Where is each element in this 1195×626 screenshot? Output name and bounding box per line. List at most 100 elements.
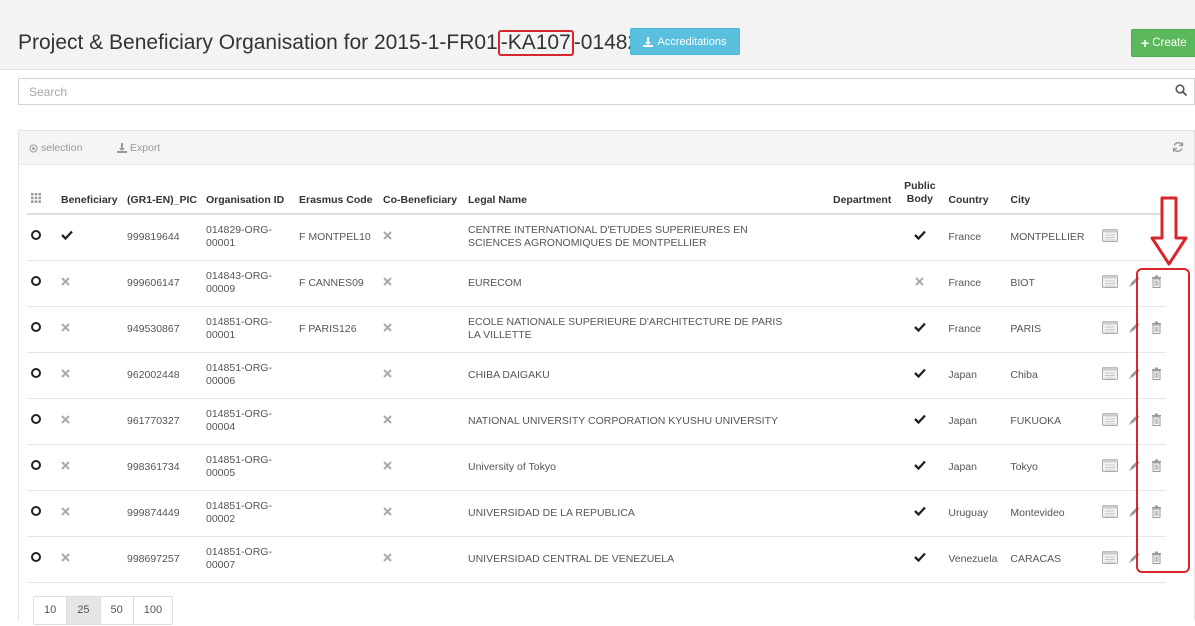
calendar-button[interactable] bbox=[1102, 550, 1119, 568]
row-select[interactable] bbox=[27, 444, 57, 491]
pic-cell: 949530867 bbox=[123, 306, 202, 353]
row-select[interactable] bbox=[27, 306, 57, 353]
check-icon bbox=[914, 552, 926, 563]
circle-check-icon bbox=[29, 144, 38, 152]
header-department[interactable]: Department bbox=[829, 171, 896, 215]
co-beneficiary-cell bbox=[379, 214, 464, 261]
org-id-cell: 014851-ORG-00002 bbox=[202, 490, 295, 537]
pic-cell: 998697257 bbox=[123, 536, 202, 583]
page-size-25[interactable]: 25 bbox=[67, 597, 101, 624]
calendar-button[interactable] bbox=[1102, 320, 1119, 338]
pic-cell: 999606147 bbox=[123, 260, 202, 307]
calendar-button[interactable] bbox=[1102, 504, 1119, 522]
row-select[interactable] bbox=[27, 490, 57, 537]
row-select[interactable] bbox=[27, 536, 57, 583]
city-cell: Chiba bbox=[1006, 352, 1099, 399]
pic-cell: 998361734 bbox=[123, 444, 202, 491]
public-body-cell bbox=[895, 490, 945, 537]
header-pic[interactable]: (GR1-EN)_PIC bbox=[123, 171, 202, 215]
radio-button[interactable] bbox=[31, 460, 41, 470]
city-cell: FUKUOKA bbox=[1006, 398, 1099, 445]
header-city[interactable]: City bbox=[1006, 171, 1099, 215]
page-size-50[interactable]: 50 bbox=[100, 597, 134, 624]
calendar-button[interactable] bbox=[1102, 366, 1119, 384]
legal-name-cell: CHIBA DAIGAKU bbox=[464, 352, 829, 399]
erasmus-code-cell bbox=[295, 444, 379, 491]
calendar-button[interactable] bbox=[1102, 412, 1119, 430]
row-select[interactable] bbox=[27, 352, 57, 399]
pic-cell: 999819644 bbox=[123, 214, 202, 261]
country-cell: France bbox=[944, 306, 1007, 353]
arrow-down-icon bbox=[1150, 196, 1188, 266]
public-body-cell bbox=[895, 444, 945, 491]
x-icon bbox=[383, 552, 392, 562]
radio-button[interactable] bbox=[31, 414, 41, 424]
org-id-cell: 014829-ORG-00001 bbox=[202, 214, 295, 261]
page-size-100[interactable]: 100 bbox=[133, 597, 173, 624]
row-select[interactable] bbox=[27, 260, 57, 307]
search-input[interactable] bbox=[19, 79, 1149, 104]
accreditations-button[interactable]: Accreditations bbox=[630, 28, 740, 55]
row-select[interactable] bbox=[27, 398, 57, 445]
co-beneficiary-cell bbox=[379, 490, 464, 537]
legal-name-cell: UNIVERSIDAD DE LA REPUBLICA bbox=[464, 490, 829, 537]
radio-button[interactable] bbox=[31, 230, 41, 241]
radio-button[interactable] bbox=[31, 276, 41, 286]
x-icon bbox=[383, 276, 392, 286]
title-highlight: -KA107 bbox=[497, 30, 574, 56]
search-icon[interactable] bbox=[1175, 84, 1188, 97]
calendar-icon bbox=[1102, 458, 1119, 472]
selection-button[interactable]: selection bbox=[29, 142, 82, 154]
header-co-beneficiary[interactable]: Co-Beneficiary bbox=[379, 171, 464, 215]
table-row: 999874449 014851-ORG-00002 UNIVERSIDAD D… bbox=[27, 490, 1167, 537]
radio-button[interactable] bbox=[31, 552, 41, 562]
header-public-body[interactable]: Public Body bbox=[895, 171, 945, 215]
x-icon bbox=[61, 506, 70, 516]
radio-button[interactable] bbox=[31, 368, 41, 378]
check-icon bbox=[61, 230, 73, 241]
radio-button[interactable] bbox=[31, 506, 41, 516]
x-icon bbox=[383, 322, 392, 332]
table-row: 949530867 014851-ORG-00001 F PARIS126 EC… bbox=[27, 306, 1167, 353]
calendar-icon bbox=[1102, 366, 1119, 380]
create-label: Create bbox=[1152, 37, 1187, 49]
export-button[interactable]: Export bbox=[117, 142, 160, 154]
beneficiary-cell bbox=[57, 398, 123, 445]
pic-cell: 961770327 bbox=[123, 398, 202, 445]
calendar-button[interactable] bbox=[1102, 274, 1119, 292]
header-beneficiary[interactable]: Beneficiary bbox=[57, 171, 123, 215]
city-cell: Tokyo bbox=[1006, 444, 1099, 491]
table-row: 999819644 014829-ORG-00001 F MONTPEL10 C… bbox=[27, 214, 1167, 261]
city-cell: Montevideo bbox=[1006, 490, 1099, 537]
refresh-icon[interactable] bbox=[1172, 141, 1184, 153]
column-chooser-header[interactable] bbox=[27, 171, 57, 215]
radio-button[interactable] bbox=[31, 322, 41, 332]
page-size-10[interactable]: 10 bbox=[34, 597, 68, 624]
header-legal-name[interactable]: Legal Name bbox=[464, 171, 829, 215]
country-cell: Japan bbox=[944, 352, 1007, 399]
x-icon bbox=[383, 506, 392, 516]
title-prefix: Project & Beneficiary Organisation for 2… bbox=[18, 31, 498, 54]
table-row: 962002448 014851-ORG-00006 CHIBA DAIGAKU… bbox=[27, 352, 1167, 399]
row-select[interactable] bbox=[27, 214, 57, 261]
check-icon bbox=[914, 506, 926, 517]
calendar-button[interactable] bbox=[1102, 458, 1119, 476]
x-icon bbox=[61, 552, 70, 562]
create-button[interactable]: + Create bbox=[1131, 29, 1195, 57]
erasmus-code-cell bbox=[295, 398, 379, 445]
calendar-icon bbox=[1102, 550, 1119, 564]
header-erasmus-code[interactable]: Erasmus Code bbox=[295, 171, 379, 215]
x-icon bbox=[383, 231, 392, 240]
page-header: Project & Beneficiary Organisation for 2… bbox=[0, 0, 1195, 70]
beneficiary-cell bbox=[57, 444, 123, 491]
calendar-button[interactable] bbox=[1102, 228, 1119, 246]
accreditations-label: Accreditations bbox=[657, 35, 727, 48]
header-org-id[interactable]: Organisation ID bbox=[202, 171, 295, 215]
co-beneficiary-cell bbox=[379, 398, 464, 445]
x-icon bbox=[61, 276, 70, 286]
department-cell bbox=[829, 398, 896, 445]
header-country[interactable]: Country bbox=[944, 171, 1007, 215]
check-icon bbox=[914, 230, 926, 241]
calendar-icon bbox=[1102, 504, 1119, 518]
x-icon bbox=[383, 414, 392, 424]
